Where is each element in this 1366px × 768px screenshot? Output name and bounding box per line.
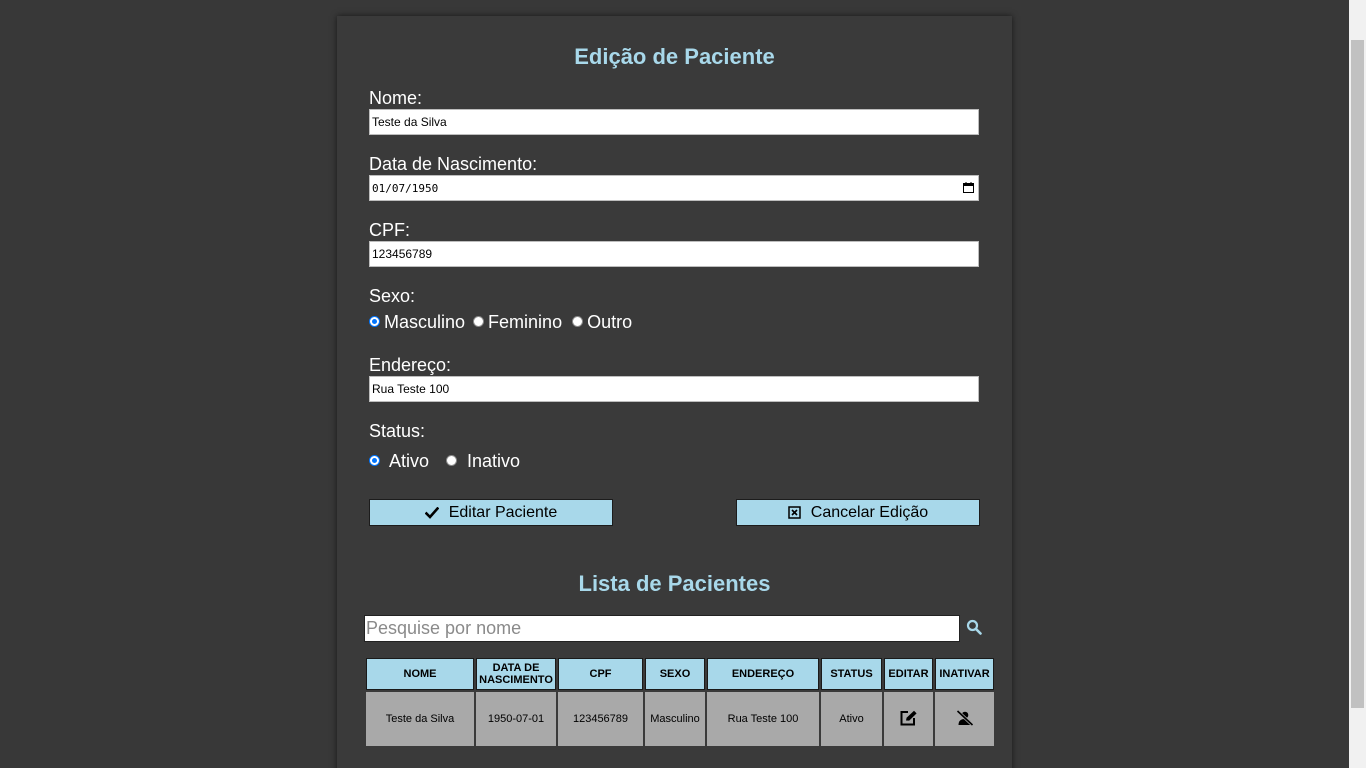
cpf-value: 123456789	[372, 247, 433, 261]
edit-patient-label: Editar Paciente	[448, 503, 558, 521]
edit-patient-button[interactable]: Editar Paciente	[369, 499, 613, 526]
square-x-icon	[788, 506, 801, 519]
cpf-label: CPF:	[369, 220, 411, 240]
search-icon[interactable]	[966, 619, 982, 635]
nome-value: Teste da Silva	[372, 115, 447, 129]
cell-endereco: Rua Teste 100	[707, 692, 819, 746]
calendar-icon[interactable]	[963, 182, 974, 193]
col-data-nascimento: DATA DE NASCIMENTO	[476, 658, 556, 690]
radio-outro[interactable]	[572, 316, 584, 327]
patient-card: Edição de Paciente Nome: Teste da Silva …	[337, 16, 1012, 768]
status-label: Status:	[369, 421, 426, 441]
cell-cpf: 123456789	[558, 692, 643, 746]
scrollbar-thumb[interactable]	[1351, 40, 1364, 708]
cell-nascimento: 1950-07-01	[476, 692, 556, 746]
form-title: Edição de Paciente	[574, 44, 775, 69]
cell-sexo: Masculino	[645, 692, 705, 746]
search-input[interactable]: Pesquise por nome	[364, 615, 960, 642]
table-header-row: NOME DATA DE NASCIMENTO CPF SEXO ENDEREÇ…	[366, 658, 994, 690]
col-nome: NOME	[366, 658, 474, 690]
sexo-label: Sexo:	[369, 286, 416, 306]
radio-feminino-label[interactable]: Feminino	[488, 312, 562, 333]
col-inativar: INATIVAR	[935, 658, 994, 690]
cpf-input[interactable]: 123456789	[369, 241, 979, 267]
nascimento-input[interactable]: 01/07/1950	[369, 175, 979, 201]
endereco-input[interactable]: Rua Teste 100	[369, 376, 979, 402]
col-endereco: ENDEREÇO	[707, 658, 819, 690]
cell-editar	[884, 692, 933, 746]
nome-input[interactable]: Teste da Silva	[369, 109, 979, 135]
nascimento-label: Data de Nascimento:	[369, 154, 538, 174]
user-slash-icon[interactable]	[955, 709, 974, 726]
page-scrollbar[interactable]	[1349, 0, 1366, 768]
radio-masculino[interactable]	[369, 316, 380, 327]
cell-status: Ativo	[821, 692, 882, 746]
sexo-radio-group: Masculino Feminino Outro	[369, 312, 632, 333]
radio-inativo[interactable]	[446, 455, 458, 466]
nome-label: Nome:	[369, 88, 423, 108]
radio-ativo[interactable]	[369, 455, 380, 466]
radio-inativo-label[interactable]: Inativo	[467, 451, 520, 472]
cell-nome: Teste da Silva	[366, 692, 474, 746]
radio-ativo-label[interactable]: Ativo	[389, 451, 429, 472]
check-icon	[424, 506, 439, 519]
col-status: STATUS	[821, 658, 882, 690]
edit-icon[interactable]	[900, 710, 918, 726]
cancel-edit-label: Cancelar Edição	[810, 503, 929, 521]
list-title: Lista de Pacientes	[578, 571, 771, 596]
radio-outro-label[interactable]: Outro	[587, 312, 632, 333]
endereco-value: Rua Teste 100	[372, 382, 450, 396]
radio-masculino-label[interactable]: Masculino	[384, 312, 465, 333]
patients-table: NOME DATA DE NASCIMENTO CPF SEXO ENDEREÇ…	[364, 656, 996, 748]
page: Edição de Paciente Nome: Teste da Silva …	[0, 0, 1366, 768]
cell-inativar	[935, 692, 994, 746]
nascimento-value: 01/07/1950	[372, 181, 439, 195]
table-row: Teste da Silva 1950-07-01 123456789 Masc…	[366, 692, 994, 746]
cancel-edit-button[interactable]: Cancelar Edição	[736, 499, 980, 526]
col-editar: EDITAR	[884, 658, 933, 690]
search-placeholder: Pesquise por nome	[366, 618, 522, 638]
col-cpf: CPF	[558, 658, 643, 690]
col-sexo: SEXO	[645, 658, 705, 690]
endereco-label: Endereço:	[369, 355, 452, 375]
radio-feminino[interactable]	[473, 316, 485, 327]
status-radio-group: Ativo Inativo	[369, 451, 520, 472]
